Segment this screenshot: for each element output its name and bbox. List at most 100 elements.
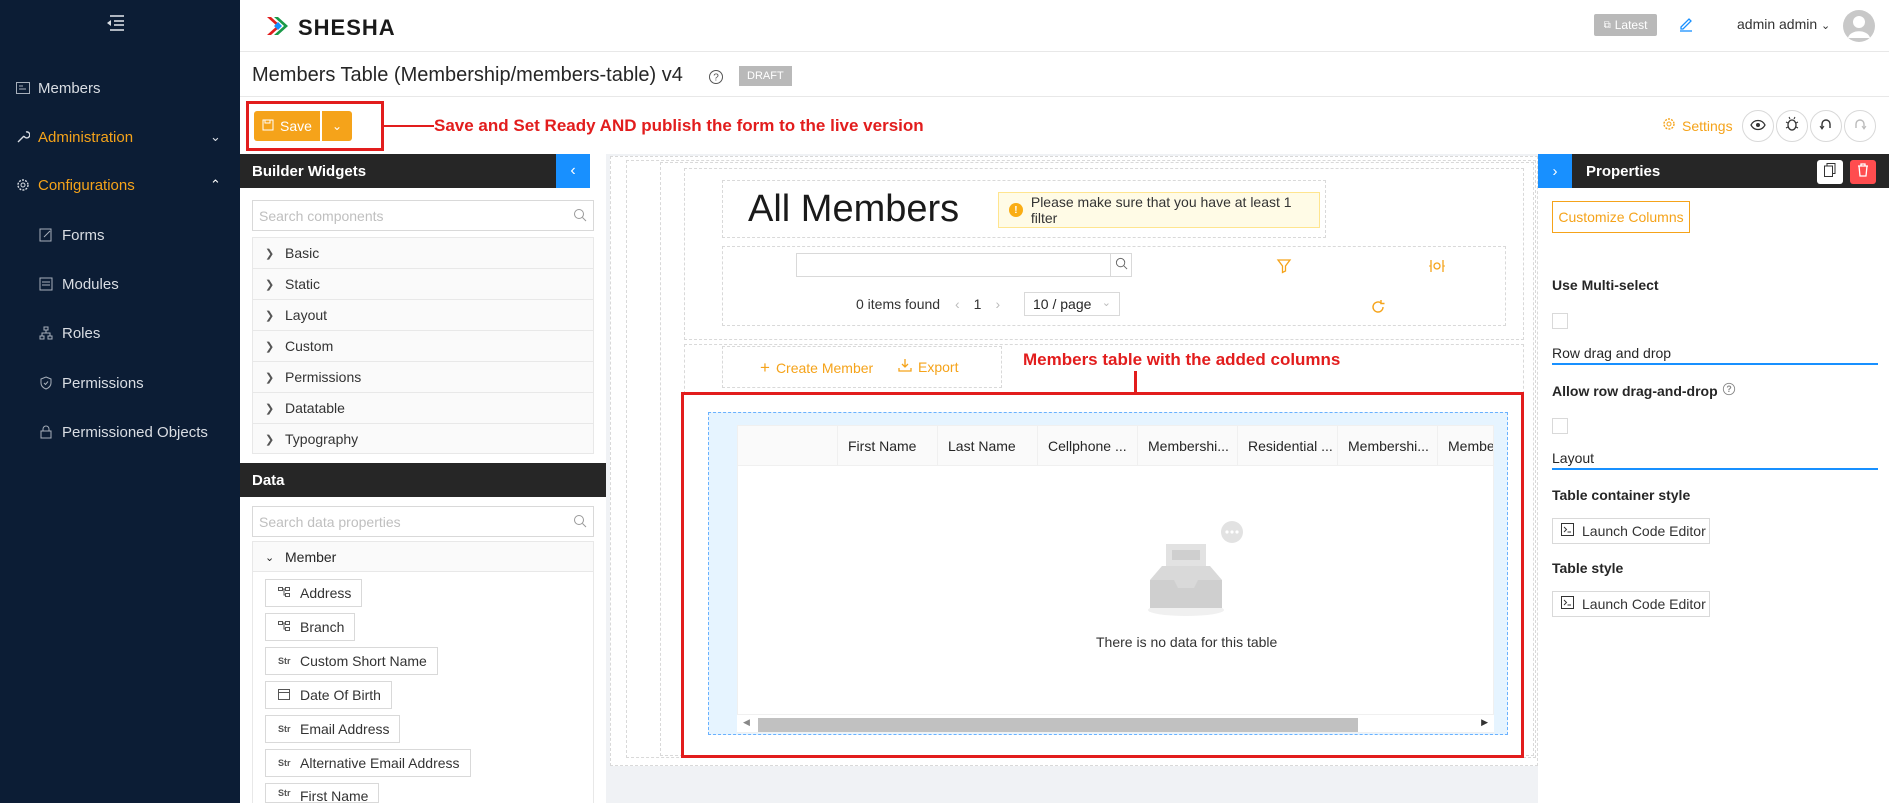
sidebar-item-configurations[interactable]: Configurations ⌃ xyxy=(0,165,240,205)
column-header[interactable]: Membe xyxy=(1438,426,1493,466)
table-search-button[interactable] xyxy=(1110,253,1132,277)
bug-icon xyxy=(1785,116,1799,136)
row-drag-section-header[interactable]: Row drag and drop xyxy=(1552,345,1878,365)
create-member-button[interactable]: + Create Member xyxy=(760,358,873,378)
widget-group-label: Custom xyxy=(285,338,334,354)
search-icon xyxy=(1115,257,1128,274)
widget-group-basic[interactable]: ❯ Basic xyxy=(252,237,594,268)
data-group-member[interactable]: ⌄ Member xyxy=(252,541,594,572)
avatar[interactable] xyxy=(1843,10,1875,42)
widget-group-custom[interactable]: ❯ Custom xyxy=(252,330,594,361)
chevron-left-icon[interactable]: ‹ xyxy=(955,296,960,312)
property-alternative-email-address[interactable]: Str Alternative Email Address xyxy=(265,749,471,777)
column-header[interactable]: Cellphone ... xyxy=(1038,426,1138,466)
edit-icon[interactable] xyxy=(1678,16,1694,32)
widget-group-label: Typography xyxy=(285,430,359,447)
property-date-of-birth[interactable]: Date Of Birth xyxy=(265,681,392,709)
property-address[interactable]: Address xyxy=(265,579,363,607)
filter-warning-alert: ! Please make sure that you have at leas… xyxy=(998,192,1320,228)
column-header[interactable]: First Name xyxy=(838,426,938,466)
collapse-widgets-button[interactable]: ‹ xyxy=(556,154,590,188)
redo-icon xyxy=(1853,117,1867,135)
sidebar-item-members[interactable]: Members xyxy=(0,68,240,108)
copy-component-button[interactable] xyxy=(1817,160,1843,184)
sidebar-item-label: Members xyxy=(38,79,101,97)
customize-columns-button[interactable]: Customize Columns xyxy=(1552,201,1690,233)
scroll-left-icon[interactable]: ◀ xyxy=(743,717,750,728)
annotation-connector xyxy=(1134,371,1137,393)
table-search-input[interactable] xyxy=(796,253,1132,277)
table-container-code-editor-button[interactable]: Launch Code Editor xyxy=(1552,518,1710,544)
property-branch[interactable]: Branch xyxy=(265,613,356,641)
string-type-icon: Str xyxy=(278,758,291,768)
undo-button[interactable] xyxy=(1810,110,1842,142)
column-header[interactable]: Last Name xyxy=(938,426,1038,466)
refresh-icon[interactable] xyxy=(1370,299,1386,319)
sidebar-item-roles[interactable]: Roles xyxy=(0,313,240,353)
svg-text:?: ? xyxy=(1726,384,1731,394)
widget-group-static[interactable]: ❯ Static xyxy=(252,268,594,299)
widget-group-label: Datatable xyxy=(285,400,345,416)
chevron-right-icon: ❯ xyxy=(265,341,275,353)
widget-group-datatable[interactable]: ❯ Datatable xyxy=(252,392,594,423)
chevron-right-icon: ❯ xyxy=(265,310,275,322)
object-icon xyxy=(278,621,292,633)
sidebar-item-permissioned-objects[interactable]: Permissioned Objects xyxy=(0,412,240,452)
preview-button[interactable] xyxy=(1742,110,1774,142)
settings-button[interactable]: Settings xyxy=(1662,117,1733,134)
save-options-dropdown[interactable]: ⌄ xyxy=(322,111,352,141)
search-placeholder: Search components xyxy=(259,207,384,224)
table-style-code-editor-button[interactable]: Launch Code Editor xyxy=(1552,591,1710,617)
widget-group-label: Static xyxy=(285,276,321,292)
use-multiselect-checkbox[interactable] xyxy=(1552,313,1568,329)
sidebar-item-administration[interactable]: Administration ⌄ xyxy=(0,117,240,157)
debug-button[interactable] xyxy=(1776,110,1808,142)
column-settings-icon[interactable] xyxy=(1428,259,1446,277)
widget-group-permissions[interactable]: ❯ Permissions xyxy=(252,361,594,392)
column-header[interactable]: Membershi... xyxy=(1338,426,1438,466)
sidebar-item-permissions[interactable]: Permissions xyxy=(0,363,240,403)
delete-component-button[interactable] xyxy=(1850,160,1876,184)
sidebar-item-forms[interactable]: Forms xyxy=(0,215,240,255)
scrollbar-thumb[interactable] xyxy=(758,718,1358,732)
chevron-right-icon[interactable]: › xyxy=(995,296,1000,312)
scroll-right-icon[interactable]: ▶ xyxy=(1481,717,1488,728)
logo[interactable]: SHESHA xyxy=(264,14,396,42)
redo-button[interactable] xyxy=(1844,110,1876,142)
trash-icon xyxy=(1857,163,1869,181)
widget-group-layout[interactable]: ❯ Layout xyxy=(252,299,594,330)
page-size-select[interactable]: 10 / page ⌄ xyxy=(1024,292,1120,316)
allow-row-drag-checkbox[interactable] xyxy=(1552,418,1568,434)
code-editor-icon xyxy=(1561,523,1574,539)
search-components-input[interactable]: Search components xyxy=(252,200,594,231)
code-editor-icon xyxy=(1561,596,1574,612)
roles-icon xyxy=(38,325,54,341)
latest-version-button[interactable]: ⧉ Latest xyxy=(1594,14,1657,36)
property-email-address[interactable]: Str Email Address xyxy=(265,715,401,743)
question-circle-icon[interactable]: ? xyxy=(708,69,724,85)
sidebar-item-label: Modules xyxy=(62,275,119,293)
sidebar-item-label: Permissioned Objects xyxy=(62,423,208,441)
collapse-properties-button[interactable]: › xyxy=(1538,154,1572,188)
copy-icon: ⧉ xyxy=(1603,19,1611,31)
table-annotation-text: Members table with the added columns xyxy=(1023,350,1341,369)
column-header[interactable]: Residential ... xyxy=(1238,426,1338,466)
search-data-properties-input[interactable]: Search data properties xyxy=(252,506,594,537)
user-menu[interactable]: admin admin ⌄ xyxy=(1737,16,1830,32)
filter-icon[interactable] xyxy=(1276,258,1292,278)
pagination: ‹ 1 › xyxy=(955,296,1000,312)
export-button[interactable]: Export xyxy=(898,358,958,375)
current-page[interactable]: 1 xyxy=(974,296,982,312)
menu-collapse-icon[interactable] xyxy=(104,14,126,32)
layout-section-header[interactable]: Layout xyxy=(1552,450,1878,470)
latest-label: Latest xyxy=(1614,18,1648,32)
save-button[interactable]: Save xyxy=(254,111,320,141)
widget-group-typography[interactable]: ❯ Typography xyxy=(252,423,594,454)
property-custom-short-name[interactable]: Str Custom Short Name xyxy=(265,647,438,675)
sidebar-item-modules[interactable]: Modules xyxy=(0,264,240,304)
property-label: Custom Short Name xyxy=(300,653,427,669)
question-circle-icon[interactable]: ? xyxy=(1722,382,1736,399)
column-header[interactable]: Membershi... xyxy=(1138,426,1238,466)
property-first-name[interactable]: Str First Name xyxy=(265,783,380,803)
property-label: Email Address xyxy=(300,721,390,737)
